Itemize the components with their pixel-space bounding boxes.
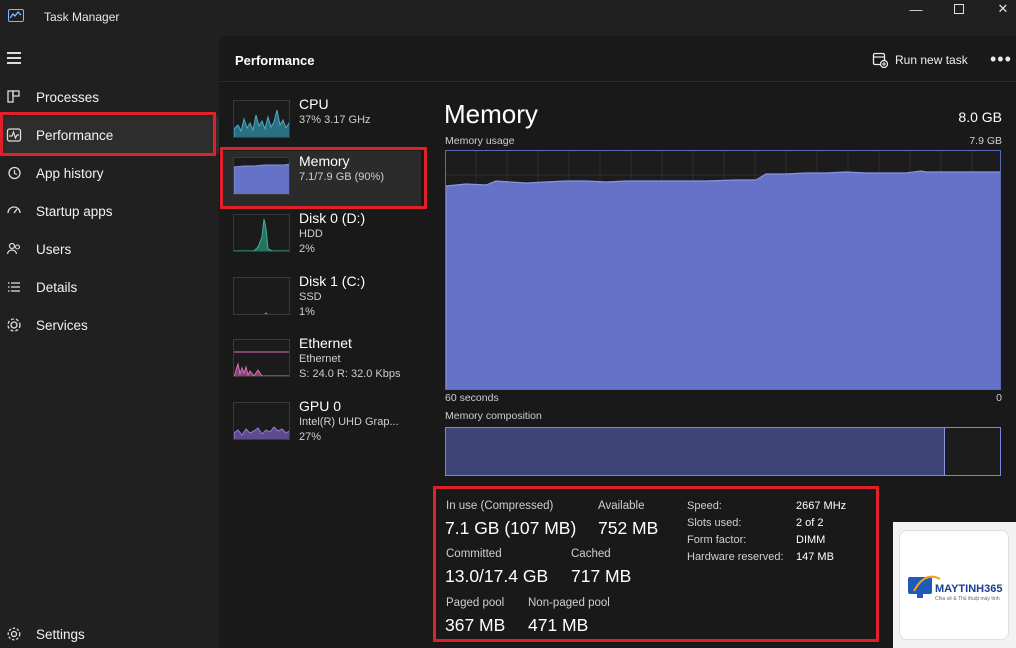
annotation-highlight-box	[220, 147, 427, 209]
watermark-logo: MAYTINH365 Chia sẻ & Thủ thuật máy tính	[899, 530, 1009, 640]
device-name: Disk 1 (C:)	[299, 273, 366, 289]
processes-icon	[7, 90, 20, 103]
time-axis-end: 0	[996, 392, 1002, 404]
settings-icon	[7, 627, 21, 641]
cpu-thumbnail-graph	[233, 100, 290, 138]
annotation-highlight-box	[0, 112, 216, 156]
device-detail: 27%	[299, 431, 322, 443]
memory-composition-label: Memory composition	[445, 410, 542, 422]
sidebar-item-app-history[interactable]: App history	[0, 154, 219, 192]
sidebar-item-label: Details	[36, 279, 78, 295]
device-name: Ethernet	[299, 335, 352, 351]
device-detail: S: 24.0 R: 32.0 Kbps	[299, 368, 401, 380]
device-name: Disk 0 (D:)	[299, 210, 366, 226]
annotation-highlight-box	[433, 486, 879, 642]
device-detail: HDD	[299, 228, 323, 240]
sidebar-item-label: Processes	[36, 89, 100, 105]
title-bar: Task Manager — ✕	[0, 0, 1016, 36]
sidebar-item-label: Settings	[36, 626, 85, 642]
sidebar-item-settings[interactable]: Settings	[0, 615, 219, 648]
time-axis-label: 60 seconds	[445, 392, 499, 404]
task-manager-logo-icon	[8, 9, 24, 22]
header-bar: Performance Run new task •••	[219, 36, 1016, 82]
more-options-button[interactable]: •••	[990, 49, 1012, 70]
memory-usage-graph	[445, 150, 1001, 390]
run-task-label: Run new task	[895, 53, 968, 67]
device-detail: 1%	[299, 306, 315, 318]
run-new-task-button[interactable]: Run new task	[872, 52, 968, 68]
gpu-thumbnail-graph	[233, 402, 290, 440]
device-item-ethernet[interactable]: Ethernet Ethernet S: 24.0 R: 32.0 Kbps	[221, 333, 421, 389]
ethernet-thumbnail-graph	[233, 339, 290, 377]
device-detail: Intel(R) UHD Grap...	[299, 416, 399, 428]
watermark-tagline: Chia sẻ & Thủ thuật máy tính	[935, 596, 1000, 602]
disk-0-thumbnail-graph	[233, 214, 290, 252]
device-detail: Ethernet	[299, 353, 341, 365]
device-item-disk-0[interactable]: Disk 0 (D:) HDD 2%	[221, 208, 421, 264]
device-name: CPU	[299, 96, 329, 112]
device-name: GPU 0	[299, 398, 342, 414]
device-item-gpu-0[interactable]: GPU 0 Intel(R) UHD Grap... 27%	[221, 396, 421, 452]
device-detail: 37% 3.17 GHz	[299, 114, 371, 126]
maximize-icon[interactable]	[937, 0, 981, 18]
disk-1-thumbnail-graph	[233, 277, 290, 315]
sidebar-item-users[interactable]: Users	[0, 230, 219, 268]
page-title: Performance	[235, 53, 315, 68]
minimize-icon[interactable]: —	[894, 0, 938, 18]
memory-composition-bar	[445, 427, 1001, 476]
users-icon	[6, 242, 21, 255]
window-title: Task Manager	[44, 10, 120, 24]
memory-total: 8.0 GB	[958, 109, 1002, 125]
device-item-cpu[interactable]: CPU 37% 3.17 GHz	[221, 94, 421, 150]
run-task-icon	[872, 52, 888, 68]
sidebar-item-label: App history	[36, 165, 104, 181]
device-detail: SSD	[299, 291, 322, 303]
watermark-brand: MAYTINH365	[935, 583, 1003, 595]
sidebar-item-details[interactable]: Details	[0, 268, 219, 306]
memory-title: Memory	[444, 99, 538, 129]
memory-composition-in-use	[446, 428, 945, 475]
hamburger-menu-icon[interactable]	[7, 52, 21, 67]
startup-icon	[7, 206, 21, 214]
memory-usage-max: 7.9 GB	[969, 135, 1002, 147]
device-item-disk-1[interactable]: Disk 1 (C:) SSD 1%	[221, 271, 421, 327]
history-icon	[8, 166, 21, 180]
sidebar-item-label: Services	[36, 317, 88, 333]
details-icon	[8, 282, 20, 292]
sidebar-item-processes[interactable]: Processes	[0, 78, 219, 116]
close-icon[interactable]: ✕	[981, 0, 1016, 18]
memory-usage-label: Memory usage	[445, 135, 515, 147]
sidebar-item-label: Users	[36, 241, 72, 257]
sidebar-item-services[interactable]: Services	[0, 306, 219, 344]
device-detail: 2%	[299, 243, 315, 255]
sidebar-item-startup-apps[interactable]: Startup apps	[0, 192, 219, 230]
sidebar-item-label: Startup apps	[36, 203, 113, 219]
services-icon	[7, 318, 21, 332]
